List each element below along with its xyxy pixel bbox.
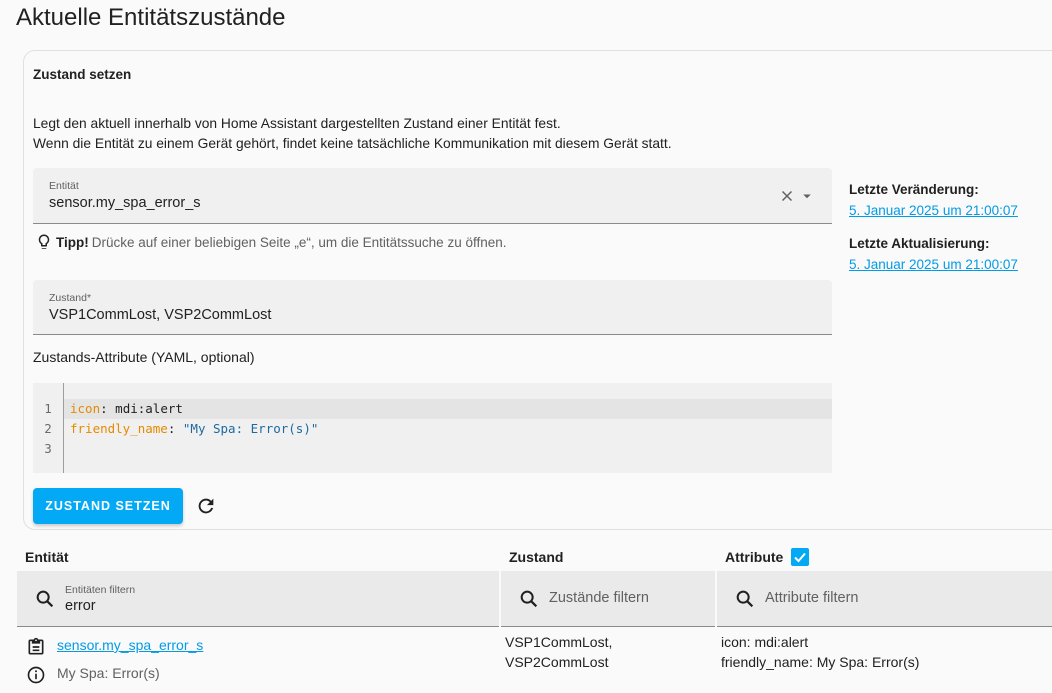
close-icon[interactable] <box>778 187 796 205</box>
column-header-state: Zustand <box>509 549 564 565</box>
line-number: 1 <box>44 401 52 416</box>
entity-filter-label: Entitäten filtern <box>65 584 136 596</box>
state-field[interactable]: Zustand* VSP1CommLost, VSP2CommLost <box>33 280 832 335</box>
yaml-value: mdi:alert <box>115 401 183 416</box>
attributes-checkbox[interactable] <box>791 548 809 566</box>
state-field-value[interactable]: VSP1CommLost, VSP2CommLost <box>49 307 271 323</box>
entity-picker-value[interactable]: sensor.my_spa_error_s <box>49 195 201 211</box>
set-state-button[interactable]: ZUSTAND SETZEN <box>33 488 183 524</box>
yaml-separator: : <box>167 421 183 436</box>
tip-bold: Tipp! <box>56 234 89 250</box>
yaml-editor[interactable]: 1 2 3 icon: mdi:alert friendly_name: "My… <box>33 383 832 473</box>
line-number: 2 <box>44 421 52 436</box>
code-line-3[interactable] <box>64 439 832 459</box>
state-filter[interactable]: Zustände filtern <box>501 571 715 627</box>
attribute-line: friendly_name: My Spa: Error(s) <box>721 654 920 670</box>
code-line-1[interactable]: icon: mdi:alert <box>64 399 832 419</box>
line-gutter: 1 2 3 <box>33 383 64 473</box>
entity-filter[interactable]: Entitäten filtern error <box>17 571 499 627</box>
last-updated-label: Letzte Aktualisierung: <box>849 236 990 251</box>
attribute-filter-placeholder: Attribute filtern <box>765 590 859 606</box>
search-icon <box>36 590 54 608</box>
description-line-1: Legt den aktuell innerhalb von Home Assi… <box>33 116 561 131</box>
entity-picker[interactable]: Entität sensor.my_spa_error_s <box>33 168 832 224</box>
refresh-icon[interactable] <box>195 495 217 517</box>
tip-text: Drücke auf einer beliebigen Seite „e“, u… <box>91 234 507 250</box>
line-number: 3 <box>44 441 52 456</box>
attribute-line: icon: mdi:alert <box>721 634 809 650</box>
yaml-value: "My Spa: Error(s)" <box>182 421 319 436</box>
search-icon <box>736 590 754 608</box>
tip: Tipp! Drücke auf einer beliebigen Seite … <box>35 232 507 252</box>
friendly-name: My Spa: Error(s) <box>57 665 160 681</box>
code-line-2[interactable]: friendly_name: "My Spa: Error(s)" <box>64 419 832 439</box>
entity-picker-label: Entität <box>49 180 79 192</box>
last-changed-label: Letzte Veränderung: <box>849 182 979 197</box>
yaml-key: icon <box>70 401 101 416</box>
attributes-label: Zustands-Attribute (YAML, optional) <box>33 349 255 365</box>
column-header-entity: Entität <box>25 549 69 565</box>
description-line-2: Wenn die Entität zu einem Gerät gehört, … <box>33 136 672 151</box>
lightbulb-icon <box>38 234 50 249</box>
entity-link[interactable]: sensor.my_spa_error_s <box>57 637 203 653</box>
column-header-attributes: Attribute <box>725 549 784 565</box>
state-cell-line: VSP1CommLost, <box>505 634 613 650</box>
yaml-separator: : <box>100 401 116 416</box>
page-title: Aktuelle Entitätszustände <box>16 4 286 31</box>
state-field-label: Zustand* <box>49 292 92 304</box>
clipboard-icon[interactable] <box>26 637 46 657</box>
info-icon[interactable] <box>26 665 46 685</box>
card-title: Zustand setzen <box>33 67 132 82</box>
search-icon <box>520 590 538 608</box>
chevron-down-icon[interactable] <box>798 187 816 205</box>
yaml-key: friendly_name <box>70 421 168 436</box>
state-cell: VSP1CommLost, VSP2CommLost <box>505 632 612 672</box>
set-state-card: Zustand setzen Legt den aktuell innerhal… <box>23 50 1052 530</box>
description: Legt den aktuell innerhalb von Home Assi… <box>33 114 672 154</box>
attributes-cell: icon: mdi:alert friendly_name: My Spa: E… <box>721 632 919 672</box>
entity-filter-value[interactable]: error <box>65 598 96 614</box>
last-updated-link[interactable]: 5. Januar 2025 um 21:00:07 <box>849 257 1018 272</box>
state-filter-placeholder: Zustände filtern <box>549 590 649 606</box>
state-cell-line: VSP2CommLost <box>505 654 609 670</box>
attribute-filter[interactable]: Attribute filtern <box>717 571 1052 627</box>
last-changed-link[interactable]: 5. Januar 2025 um 21:00:07 <box>849 203 1018 218</box>
